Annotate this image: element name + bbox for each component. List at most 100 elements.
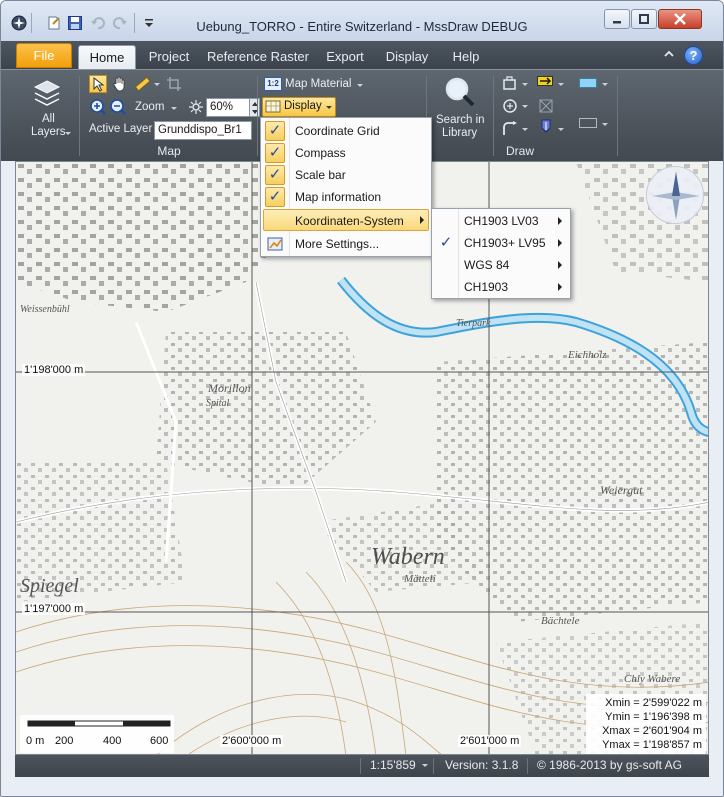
all-layers-icon[interactable] (33, 79, 61, 109)
place-label-wabern: Wabern (371, 544, 445, 570)
copyright-text: © 1986-2013 by gs-soft AG (537, 758, 682, 772)
draw-point-icon[interactable] (501, 97, 519, 115)
submenu-arrow-icon (558, 283, 562, 291)
tab-display[interactable]: Display (380, 45, 434, 69)
all-layers-label-2[interactable]: Layers (31, 126, 66, 138)
tab-home[interactable]: Home (78, 45, 136, 69)
draw-flag-icon[interactable] (537, 118, 555, 136)
map-material-icon[interactable]: 1:2 (264, 77, 282, 91)
place-label-morillon: Morillon (207, 381, 251, 395)
display-label[interactable]: Display (284, 100, 322, 112)
grid-x-label: 2'600'000 m (220, 735, 284, 747)
chevron-down-icon[interactable] (171, 107, 177, 110)
tab-reference-raster[interactable]: Reference Raster (207, 45, 309, 69)
submenu-arrow-icon (558, 239, 562, 247)
menu-item-more-settings[interactable]: More Settings... (263, 233, 429, 255)
draw-hatch-icon (537, 97, 555, 115)
menu-item-ch1903[interactable]: CH1903 (434, 276, 568, 298)
chevron-down-icon[interactable] (558, 83, 564, 86)
line-color-icon[interactable] (579, 118, 597, 128)
place-label-eichholz: Eichholz (567, 349, 607, 361)
checkmark-icon: ✓ (265, 121, 285, 141)
menu-item-map-information[interactable]: ✓ Map information (263, 186, 429, 208)
chevron-down-icon[interactable] (326, 106, 332, 109)
settings-icon (267, 236, 283, 259)
scale-label: 400 (103, 735, 122, 747)
scale-bar: 0 m 200 400 600 (20, 715, 174, 753)
active-layer-select[interactable]: Grunddispo_Br1 (154, 121, 252, 140)
xmin-value: Xmin = 2'599'022 m (605, 697, 702, 709)
menu-item-wgs84[interactable]: WGS 84 (434, 254, 568, 276)
title-bar: Uebung_TORRO - Entire Switzerland - MssD… (1, 1, 723, 41)
chevron-down-icon[interactable] (357, 84, 363, 87)
tab-help[interactable]: Help (443, 45, 489, 69)
close-button[interactable] (658, 9, 702, 29)
grid-y-label: 1'197'000 m (22, 603, 86, 615)
chevron-down-icon[interactable] (154, 83, 160, 86)
tab-export[interactable]: Export (319, 45, 371, 69)
measure-ruler-icon[interactable] (133, 75, 151, 93)
crop-tool-icon (165, 75, 183, 93)
display-dropdown-menu: ✓ Coordinate Grid ✓ Compass ✓ Scale bar … (260, 117, 432, 257)
draw-symbol-icon[interactable] (501, 75, 519, 93)
zoom-out-icon[interactable] (109, 98, 127, 116)
all-layers-label[interactable]: All (42, 113, 55, 125)
checkmark-icon: ✓ (265, 165, 285, 185)
zoom-stepper[interactable] (250, 98, 260, 117)
file-tab[interactable]: File (16, 43, 72, 68)
menu-item-coordinate-grid[interactable]: ✓ Coordinate Grid (263, 120, 429, 142)
checkmark-icon: ✓ (439, 234, 453, 251)
xmax-value: Xmax = 2'601'904 m (602, 725, 702, 737)
scale-label: 0 m (26, 735, 45, 747)
version-text: Version: 3.1.8 (445, 758, 519, 772)
zoom-percent-input[interactable]: 60% (206, 98, 250, 117)
divider (360, 758, 361, 774)
select-arrow-icon[interactable] (89, 75, 107, 93)
draw-label-icon[interactable] (537, 76, 553, 86)
scale-label: 600 (150, 735, 169, 747)
chevron-down-icon[interactable] (522, 105, 528, 108)
menu-item-ch1903plus-lv95[interactable]: ✓ CH1903+ LV95 (434, 232, 568, 254)
search-library-label[interactable]: Search in (436, 114, 485, 126)
minimize-button[interactable] (604, 9, 630, 29)
place-label-baechtele: Bächtele (541, 615, 580, 627)
menu-item-scale-bar[interactable]: ✓ Scale bar (263, 164, 429, 186)
submenu-arrow-icon (558, 217, 562, 225)
chevron-down-icon[interactable] (602, 83, 608, 86)
maximize-button[interactable] (631, 9, 657, 29)
search-library-label-2[interactable]: Library (442, 127, 477, 139)
pan-hand-icon[interactable] (111, 75, 129, 93)
chevron-down-icon[interactable] (602, 123, 608, 126)
grid-y-label: 1'198'000 m (22, 364, 86, 376)
checkmark-icon: ✓ (265, 143, 285, 163)
map-material-button[interactable]: Map Material (285, 78, 351, 90)
tab-project[interactable]: Project (141, 45, 197, 69)
menu-item-koordinaten-system[interactable]: Koordinaten-System (263, 209, 429, 231)
help-icon[interactable]: ? (684, 46, 703, 65)
menu-item-ch1903-lv03[interactable]: CH1903 LV03 (434, 210, 568, 232)
scale-label: 200 (55, 735, 74, 747)
chevron-down-icon[interactable] (558, 128, 564, 131)
draw-line-icon[interactable] (501, 120, 519, 138)
chevron-down-icon[interactable] (522, 83, 528, 86)
display-icon (265, 100, 281, 114)
zoom-label[interactable]: Zoom (135, 101, 164, 113)
ribbon-tab-row: File Home Project Reference Raster Expor… (1, 41, 723, 69)
search-icon[interactable] (444, 76, 476, 108)
minimize-ribbon-icon[interactable] (663, 48, 675, 60)
place-label-weiergut: Weiergut (600, 483, 643, 497)
ymax-value: Ymax = 1'198'857 m (602, 739, 702, 751)
zoom-level-icon (188, 99, 204, 115)
map-information: Xmin = 2'599'022 m Ymin = 1'196'398 m Xm… (586, 694, 706, 754)
zoom-in-icon[interactable] (89, 98, 107, 116)
chevron-down-icon[interactable] (422, 764, 428, 767)
place-label-weissenbuehl: Weissenbühl (20, 304, 70, 315)
chevron-down-icon[interactable] (522, 128, 528, 131)
app-window: Uebung_TORRO - Entire Switzerland - MssD… (0, 0, 724, 797)
place-label-maetteli: Mätteli (403, 573, 436, 585)
fill-color-icon[interactable] (579, 78, 597, 88)
menu-item-compass[interactable]: ✓ Compass (263, 142, 429, 164)
map-scale-value[interactable]: 1:15'859 (370, 758, 416, 772)
divider (79, 76, 80, 156)
map-group-label: Map (157, 144, 181, 158)
